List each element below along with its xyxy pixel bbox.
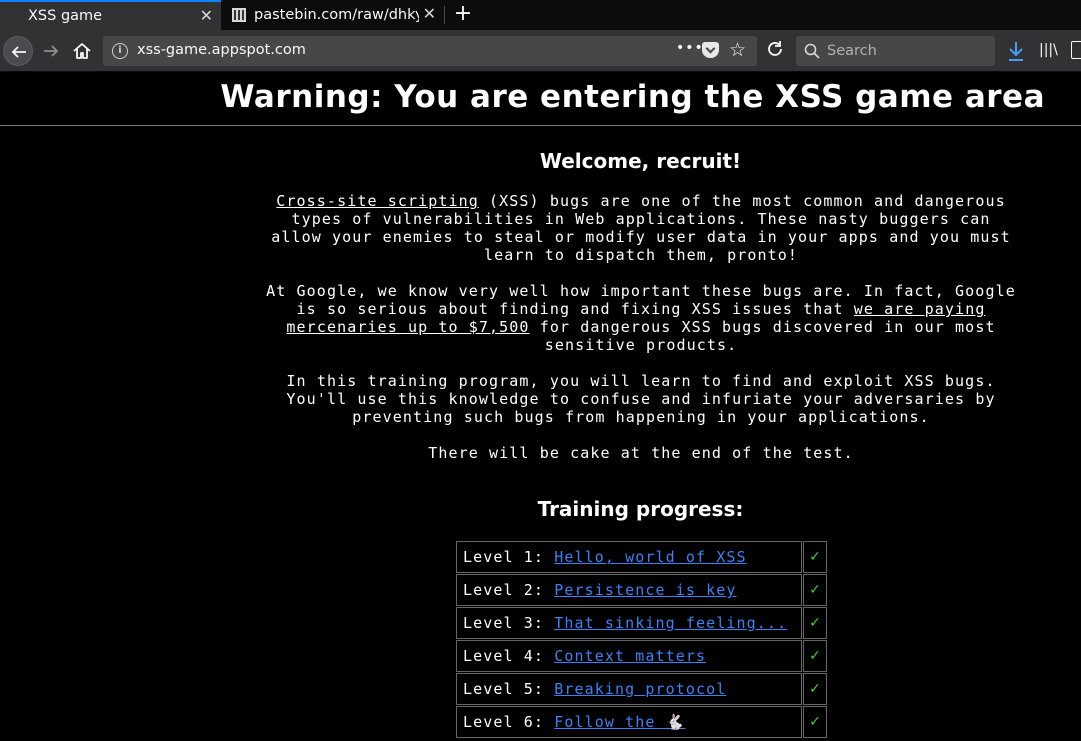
intro-paragraph-2: At Google, we know very well how importa… bbox=[262, 282, 1020, 354]
back-button[interactable] bbox=[3, 36, 33, 66]
tab-bar: XSS game ✕ pastebin.com/raw/dhky ✕ + bbox=[0, 0, 1081, 30]
level-row: Level 6: Follow the 🐇 ✓ bbox=[456, 706, 827, 738]
check-icon: ✓ bbox=[803, 541, 827, 573]
level-label: Level 6: bbox=[463, 713, 555, 731]
intro-paragraph-4: There will be cake at the end of the tes… bbox=[428, 444, 854, 462]
page-content: Warning: You are entering the XSS game a… bbox=[0, 73, 1081, 741]
check-icon: ✓ bbox=[803, 673, 827, 705]
level-1-link[interactable]: Hello, world of XSS bbox=[554, 548, 746, 566]
level-row: Level 4: Context matters ✓ bbox=[456, 640, 827, 672]
library-icon[interactable]: |||\ bbox=[1039, 42, 1058, 58]
level-label: Level 1: bbox=[463, 548, 555, 566]
level-5-link[interactable]: Breaking protocol bbox=[554, 680, 726, 698]
address-bar[interactable]: i xss-game.appspot.com ••• ☆ bbox=[103, 36, 757, 66]
forward-button[interactable] bbox=[36, 36, 66, 66]
new-tab-button[interactable]: + bbox=[452, 2, 474, 28]
level-label: Level 4: bbox=[463, 647, 555, 665]
intro-text-2b: for dangerous XSS bugs discovered in our… bbox=[529, 318, 996, 354]
intro-text: Cross-site scripting (XSS) bugs are one … bbox=[262, 192, 1020, 480]
intro-paragraph-3: In this training program, you will learn… bbox=[286, 372, 996, 426]
tab-xss-game[interactable]: XSS game ✕ bbox=[0, 0, 221, 30]
reload-button[interactable] bbox=[765, 39, 787, 61]
tab-pastebin[interactable]: pastebin.com/raw/dhky ✕ bbox=[222, 0, 444, 30]
level-3-link[interactable]: That sinking feeling... bbox=[554, 614, 787, 632]
level-label: Level 3: bbox=[463, 614, 555, 632]
intro-paragraph-1: Cross-site scripting (XSS) bugs are one … bbox=[262, 192, 1020, 264]
level-row: Level 1: Hello, world of XSS ✓ bbox=[456, 541, 827, 573]
bookmark-star-icon[interactable]: ☆ bbox=[729, 39, 746, 61]
page-favicon-icon bbox=[232, 8, 246, 22]
downloads-button[interactable] bbox=[1006, 40, 1026, 62]
page-title: Warning: You are entering the XSS game a… bbox=[220, 79, 1045, 115]
search-placeholder: Search bbox=[827, 43, 877, 59]
level-2-link[interactable]: Persistence is key bbox=[554, 581, 736, 599]
level-4-link[interactable]: Context matters bbox=[554, 647, 706, 665]
level-row: Level 5: Breaking protocol ✓ bbox=[456, 673, 827, 705]
sidebar-toggle-icon[interactable] bbox=[1071, 41, 1081, 59]
reload-icon bbox=[768, 41, 782, 56]
check-icon: ✓ bbox=[803, 607, 827, 639]
level-label: Level 2: bbox=[463, 581, 555, 599]
tab-divider bbox=[444, 6, 445, 24]
url-text[interactable]: xss-game.appspot.com bbox=[137, 42, 306, 58]
arrow-right-icon bbox=[44, 45, 59, 57]
tab-title: XSS game bbox=[28, 8, 103, 24]
home-icon bbox=[73, 43, 91, 59]
search-icon bbox=[804, 43, 820, 59]
check-icon: ✓ bbox=[803, 706, 827, 738]
site-info-icon[interactable]: i bbox=[112, 43, 128, 59]
navigation-toolbar: i xss-game.appspot.com ••• ☆ Search |||\ bbox=[0, 30, 1081, 72]
level-label: Level 5: bbox=[463, 680, 555, 698]
pocket-icon[interactable] bbox=[702, 42, 719, 58]
levels-table: Level 1: Hello, world of XSS ✓ Level 2: … bbox=[455, 540, 828, 739]
level-row: Level 3: That sinking feeling... ✓ bbox=[456, 607, 827, 639]
xss-wiki-link[interactable]: Cross-site scripting bbox=[276, 192, 479, 210]
close-tab-icon[interactable]: ✕ bbox=[200, 8, 213, 24]
check-icon: ✓ bbox=[803, 574, 827, 606]
welcome-heading: Welcome, recruit! bbox=[539, 149, 742, 173]
level-row: Level 2: Persistence is key ✓ bbox=[456, 574, 827, 606]
close-tab-icon[interactable]: ✕ bbox=[423, 6, 436, 22]
page-actions-icon[interactable]: ••• bbox=[676, 40, 704, 56]
download-arrow-icon bbox=[1009, 42, 1023, 61]
training-heading: Training progress: bbox=[537, 497, 744, 521]
check-icon: ✓ bbox=[803, 640, 827, 672]
search-bar[interactable]: Search bbox=[796, 36, 995, 66]
home-button[interactable] bbox=[72, 41, 92, 61]
tab-title: pastebin.com/raw/dhky bbox=[254, 7, 419, 23]
level-6-link[interactable]: Follow the 🐇 bbox=[554, 713, 685, 731]
divider bbox=[0, 125, 1081, 126]
arrow-left-icon bbox=[11, 46, 26, 58]
